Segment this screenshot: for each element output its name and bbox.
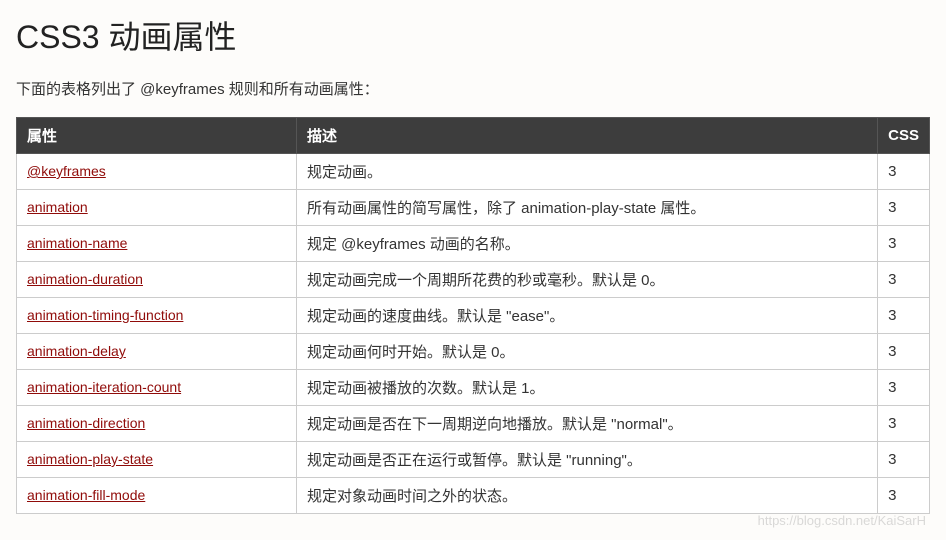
cell-css-version: 3	[878, 190, 930, 226]
table-row: animation-play-state 规定动画是否正在运行或暂停。默认是 "r…	[17, 442, 930, 478]
cell-description: 规定动画完成一个周期所花费的秒或毫秒。默认是 0。	[297, 262, 878, 298]
header-description: 描述	[297, 118, 878, 154]
table-row: animation 所有动画属性的简写属性，除了 animation-play-s…	[17, 190, 930, 226]
intro-text: 下面的表格列出了 @keyframes 规则和所有动画属性：	[16, 78, 930, 99]
property-link[interactable]: animation-iteration-count	[27, 379, 181, 395]
property-link[interactable]: animation-delay	[27, 343, 126, 359]
cell-description: 规定动画是否在下一周期逆向地播放。默认是 "normal"。	[297, 406, 878, 442]
cell-css-version: 3	[878, 370, 930, 406]
cell-property: animation-name	[17, 226, 297, 262]
cell-property: animation-direction	[17, 406, 297, 442]
cell-description: 规定动画被播放的次数。默认是 1。	[297, 370, 878, 406]
cell-css-version: 3	[878, 154, 930, 190]
property-link[interactable]: animation-timing-function	[27, 307, 183, 323]
cell-property: animation-delay	[17, 334, 297, 370]
cell-property: animation-timing-function	[17, 298, 297, 334]
header-css: CSS	[878, 118, 930, 154]
cell-description: 规定对象动画时间之外的状态。	[297, 478, 878, 514]
table-row: animation-delay 规定动画何时开始。默认是 0。3	[17, 334, 930, 370]
cell-description: 规定动画何时开始。默认是 0。	[297, 334, 878, 370]
cell-css-version: 3	[878, 406, 930, 442]
cell-css-version: 3	[878, 262, 930, 298]
property-link[interactable]: animation-duration	[27, 271, 143, 287]
table-header-row: 属性 描述 CSS	[17, 118, 930, 154]
cell-css-version: 3	[878, 226, 930, 262]
cell-css-version: 3	[878, 442, 930, 478]
cell-property: animation-play-state	[17, 442, 297, 478]
cell-property: animation	[17, 190, 297, 226]
property-link[interactable]: animation-name	[27, 235, 127, 251]
property-link[interactable]: @keyframes	[27, 163, 106, 179]
page-title: CSS3 动画属性	[16, 12, 930, 58]
cell-property: animation-duration	[17, 262, 297, 298]
property-link[interactable]: animation-play-state	[27, 451, 153, 467]
property-link[interactable]: animation-direction	[27, 415, 145, 431]
cell-description: 规定动画是否正在运行或暂停。默认是 "running"。	[297, 442, 878, 478]
cell-description: 规定动画的速度曲线。默认是 "ease"。	[297, 298, 878, 334]
table-row: animation-name 规定 @keyframes 动画的名称。3	[17, 226, 930, 262]
cell-css-version: 3	[878, 334, 930, 370]
cell-property: animation-iteration-count	[17, 370, 297, 406]
cell-css-version: 3	[878, 478, 930, 514]
cell-property: @keyframes	[17, 154, 297, 190]
cell-description: 规定 @keyframes 动画的名称。	[297, 226, 878, 262]
table-row: animation-iteration-count 规定动画被播放的次数。默认是 …	[17, 370, 930, 406]
header-property: 属性	[17, 118, 297, 154]
table-row: animation-duration 规定动画完成一个周期所花费的秒或毫秒。默认是…	[17, 262, 930, 298]
property-link[interactable]: animation-fill-mode	[27, 487, 145, 503]
table-row: animation-direction 规定动画是否在下一周期逆向地播放。默认是 …	[17, 406, 930, 442]
watermark: https://blog.csdn.net/KaiSarH	[758, 513, 926, 528]
cell-property: animation-fill-mode	[17, 478, 297, 514]
cell-description: 所有动画属性的简写属性，除了 animation-play-state 属性。	[297, 190, 878, 226]
animation-properties-table: 属性 描述 CSS @keyframes规定动画。3animation所有动画属…	[16, 117, 930, 514]
property-link[interactable]: animation	[27, 199, 88, 215]
table-row: animation-fill-mode 规定对象动画时间之外的状态。3	[17, 478, 930, 514]
cell-css-version: 3	[878, 298, 930, 334]
table-row: animation-timing-function 规定动画的速度曲线。默认是 "…	[17, 298, 930, 334]
cell-description: 规定动画。	[297, 154, 878, 190]
table-row: @keyframes 规定动画。3	[17, 154, 930, 190]
